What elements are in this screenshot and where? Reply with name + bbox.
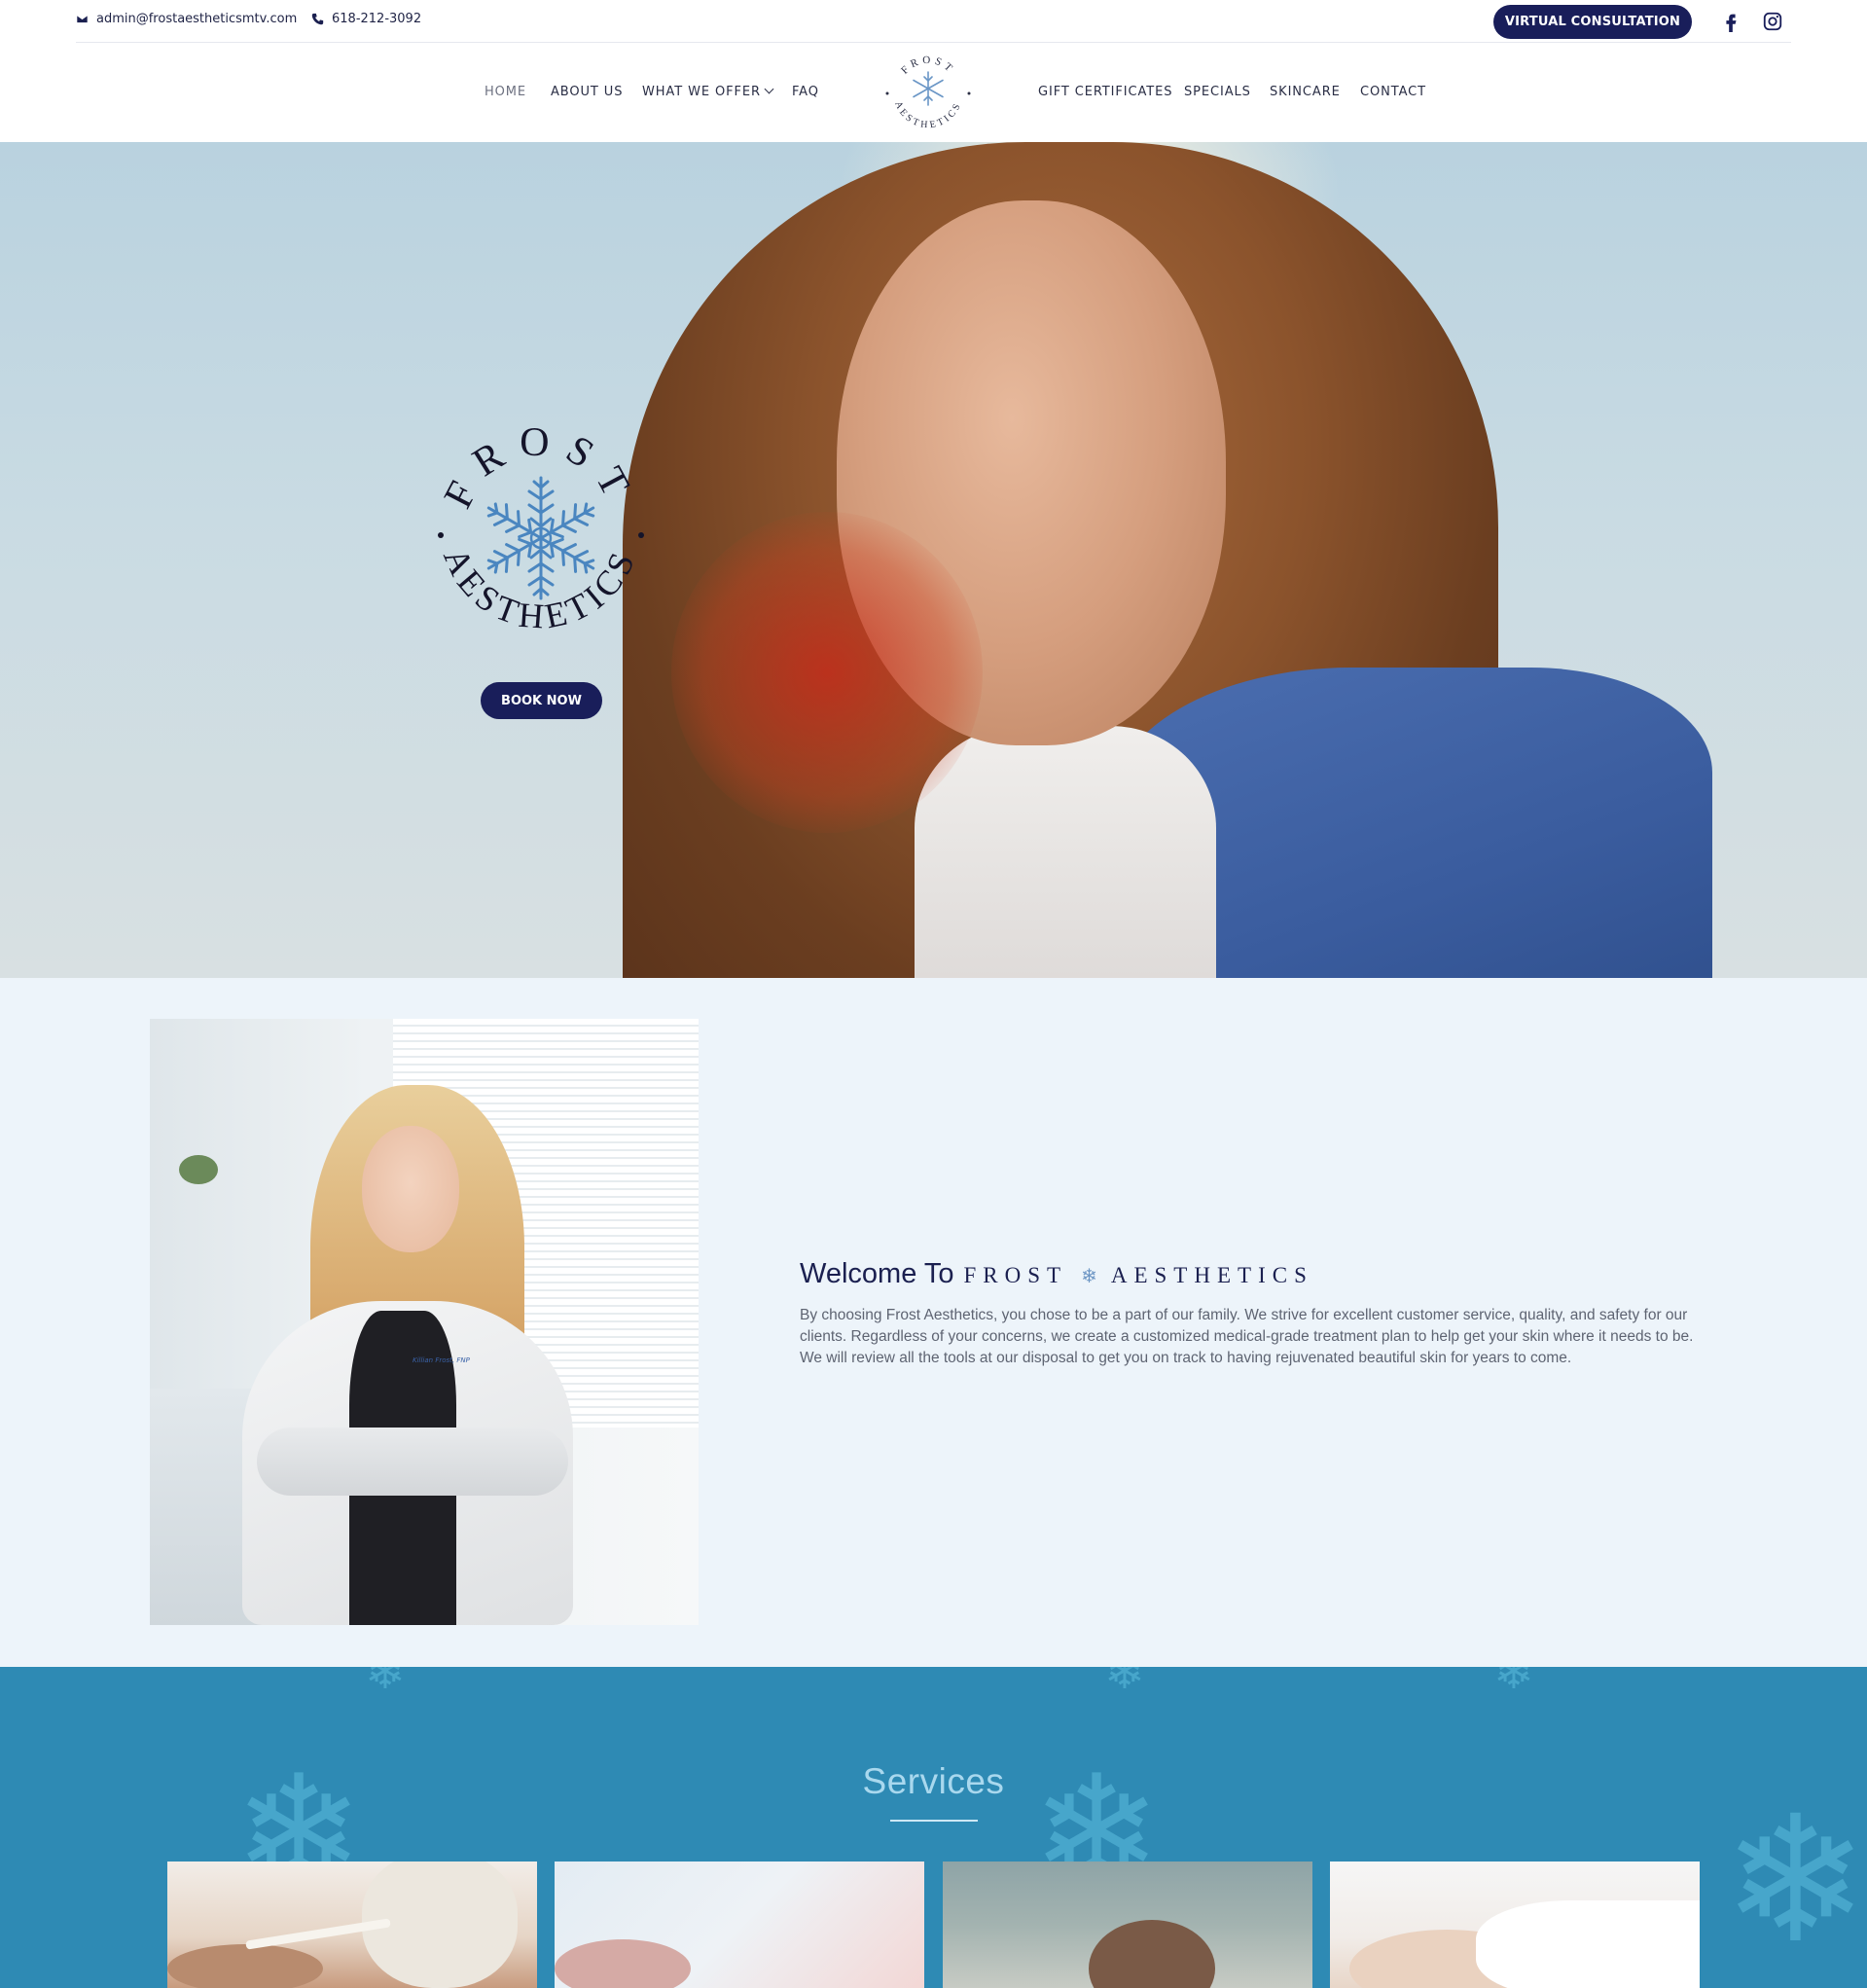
service-card-image [167,1944,323,1988]
email-link[interactable]: admin@frostaestheticsmtv.com [76,12,297,26]
coat-name-embroidery: Killian Frost, FNP [413,1356,470,1364]
nav-specials[interactable]: SPECIALS [1184,85,1251,99]
welcome-heading: Welcome To FROST ❄ AESTHETICS [800,1258,1313,1290]
services-title: Services [862,1761,1005,1801]
nav-what-we-offer[interactable]: WHAT WE OFFER [642,84,774,99]
welcome-heading-brand-2: AESTHETICS [1110,1263,1313,1287]
welcome-heading-brand-1: FROST [963,1263,1068,1287]
welcome-body: By choosing Frost Aesthetics, you chose … [800,1307,1694,1366]
hero-lens-flare [671,512,983,833]
snowflake-pattern-icon: ❄ [1722,1779,1867,1982]
service-card-image-towel [1476,1900,1700,1988]
nav-contact[interactable]: CONTACT [1360,85,1426,99]
top-bar: admin@frostaestheticsmtv.com 618-212-309… [0,0,1867,43]
snowflake-icon [481,476,601,600]
welcome-heading-lead: Welcome To [800,1258,954,1289]
email-text: admin@frostaestheticsmtv.com [96,12,298,26]
service-card-image [1089,1920,1215,1988]
instagram-icon[interactable] [1759,8,1786,35]
services-section: ❄ ❄ ❄ ❄ ❄ ❄ Services [0,1667,1867,1988]
phone-text: 618-212-3092 [332,12,422,26]
service-card-facial[interactable] [943,1861,1312,1988]
service-card-image [555,1939,691,1988]
phone-link[interactable]: 618-212-3092 [311,12,421,26]
book-now-button[interactable]: BOOK NOW [481,682,602,719]
hero-logo: FROST AESTHETICS [436,420,644,636]
nav-about-us[interactable]: ABOUT US [551,85,623,99]
portrait-crossed-arms [257,1428,568,1496]
service-card-body[interactable] [1330,1861,1700,1988]
nav-gift-certificates[interactable]: GIFT CERTIFICATES [1038,85,1172,99]
provider-portrait: Killian Frost, FNP [150,1019,699,1625]
chevron-down-icon [764,84,774,94]
nav-what-we-offer-label: WHAT WE OFFER [642,85,761,99]
portrait-plant [179,1155,218,1184]
main-navigation: HOME ABOUT US WHAT WE OFFER FAQ FROST AE… [0,43,1867,142]
snowflake-pattern-icon: ❄ [1104,1667,1145,1700]
snowflake-pattern-icon: ❄ [365,1667,406,1700]
hero-photo-shirt [915,726,1216,978]
service-card-lips[interactable] [555,1861,924,1988]
snowflake-icon [913,71,944,106]
hero-banner: FROST AESTHETICS BOOK NOW [0,142,1867,978]
portrait-face [362,1126,459,1252]
nav-home[interactable]: HOME [485,85,526,99]
welcome-section: Killian Frost, FNP Welcome To FROST ❄ AE… [0,978,1867,1667]
nav-faq[interactable]: FAQ [792,85,819,99]
snowflake-icon: ❄ [1081,1264,1097,1287]
nav-skincare[interactable]: SKINCARE [1270,85,1341,99]
snowflake-pattern-icon: ❄ [1493,1667,1534,1700]
service-card-brows[interactable] [167,1861,537,1988]
nav-logo[interactable]: FROST AESTHETICS [875,43,982,142]
phone-icon [311,13,324,25]
envelope-icon [76,14,89,24]
services-title-underline [890,1820,978,1822]
virtual-consultation-button[interactable]: VIRTUAL CONSULTATION [1493,5,1692,39]
facebook-icon[interactable] [1717,8,1744,35]
